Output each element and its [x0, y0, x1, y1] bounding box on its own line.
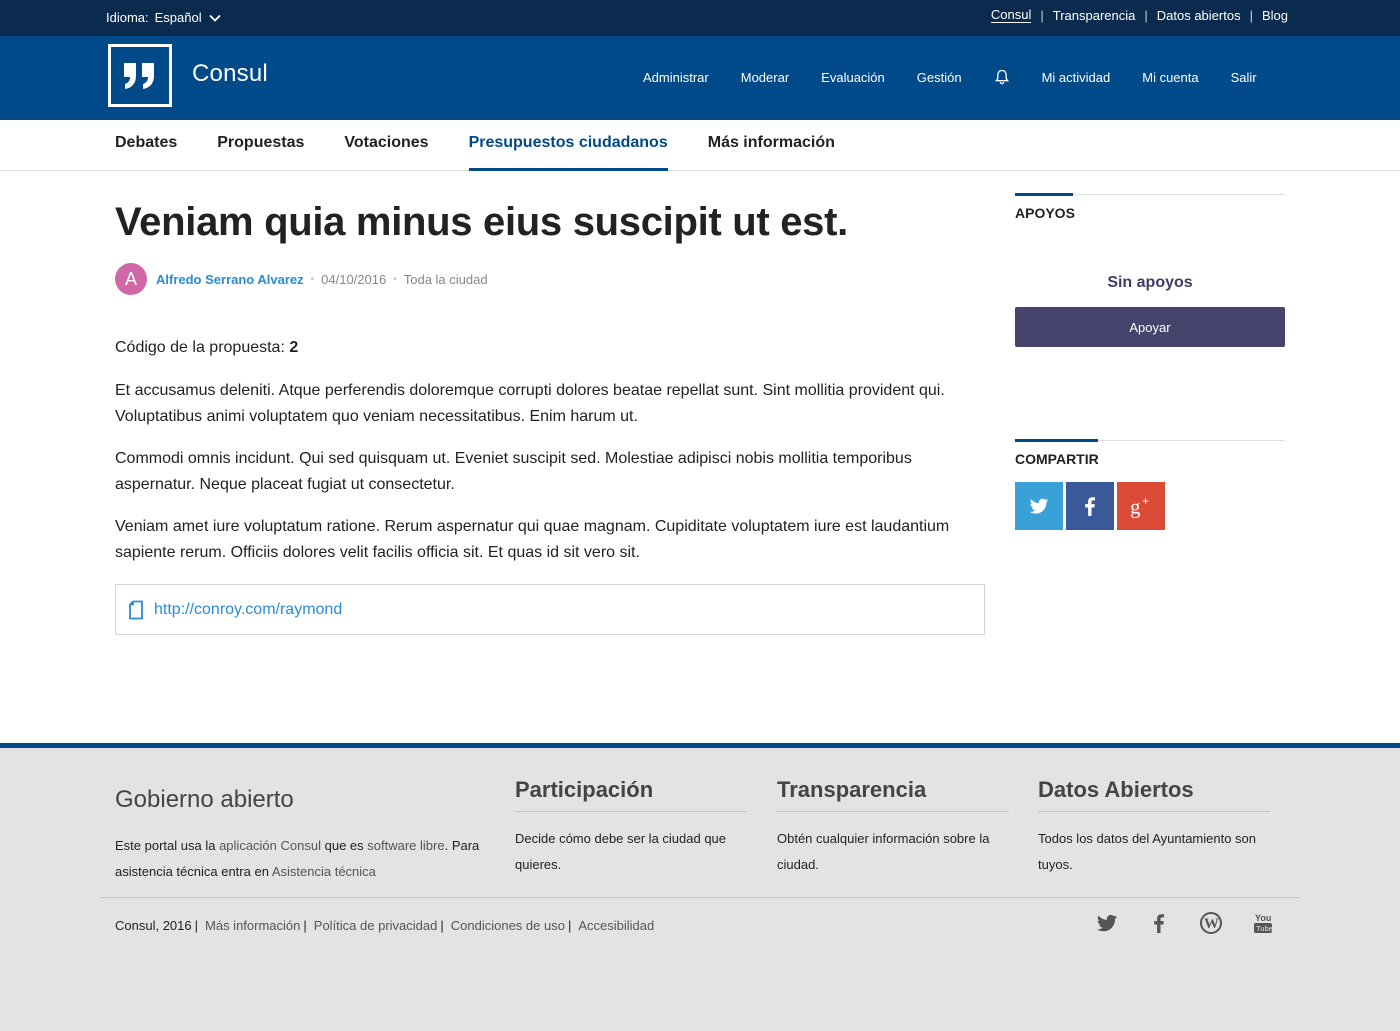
footer-divider — [100, 897, 1300, 898]
consul-app-link[interactable]: aplicación Consul — [219, 838, 321, 853]
language-value[interactable]: Español — [155, 10, 202, 25]
footer-brand: Gobierno abierto — [115, 786, 294, 813]
scope-label: Toda la ciudad — [403, 271, 488, 287]
tab-debates[interactable]: Debates — [115, 120, 177, 171]
nav-moderate[interactable]: Moderar — [741, 70, 789, 85]
wordpress-icon[interactable]: W — [1199, 911, 1223, 935]
share-section: COMPARTIR g + — [1015, 439, 1285, 530]
svg-text:+: + — [1142, 494, 1149, 508]
publish-date: 04/10/2016 — [321, 271, 387, 287]
author-link[interactable]: Alfredo Serrano Alvarez — [156, 272, 304, 287]
svg-text:You: You — [1255, 913, 1271, 923]
site-name[interactable]: Consul — [192, 60, 268, 88]
svg-text:Tube: Tube — [1256, 924, 1273, 933]
section-nav: Debates Propuestas Votaciones Presupuest… — [0, 120, 1400, 171]
external-url-link[interactable]: http://conroy.com/raymond — [154, 601, 342, 619]
twitter-icon[interactable] — [1095, 911, 1119, 935]
proposal-code-value: 2 — [289, 339, 299, 356]
top-link-consul[interactable]: Consul — [990, 7, 1032, 23]
twitter-icon — [1029, 498, 1049, 514]
nav-admin[interactable]: Administrar — [643, 70, 709, 85]
supports-heading: APOYOS — [1015, 205, 1075, 221]
supports-section: APOYOS Sin apoyos Apoyar — [1015, 193, 1285, 347]
top-links: Consul | Transparencia | Datos abiertos … — [990, 7, 1288, 23]
share-buttons: g + — [1015, 482, 1285, 530]
footer-column-text: Obtén cualquier información sobre la ciu… — [777, 831, 990, 872]
external-document-box: http://conroy.com/raymond — [115, 584, 985, 635]
nav-my-activity[interactable]: Mi actividad — [1042, 70, 1111, 85]
twitter-share-button[interactable] — [1015, 482, 1063, 530]
proposal-code-label: Código de la propuesta: — [115, 339, 285, 356]
share-heading: COMPARTIR — [1015, 451, 1099, 467]
svg-text:g: g — [1130, 497, 1140, 519]
nav-my-account[interactable]: Mi cuenta — [1142, 70, 1198, 85]
description-paragraph: Et accusamus deleniti. Atque perferendis… — [115, 382, 945, 425]
google-plus-icon: g + — [1130, 494, 1149, 519]
site-header: Consul Administrar Moderar Evaluación Ge… — [0, 36, 1400, 120]
language-selector[interactable]: Idioma: Español — [106, 10, 222, 25]
footer-column-transparency: Transparencia Obtén cualquier informació… — [777, 777, 1009, 878]
author-meta: A Alfredo Serrano Alvarez • 04/10/2016 •… — [115, 263, 488, 295]
footer-column-text: Decide cómo debe ser la ciudad que quier… — [515, 831, 727, 872]
avatar: A — [115, 263, 147, 295]
no-supports-text: Sin apoyos — [1107, 274, 1193, 291]
footer-link-terms[interactable]: Condiciones de uso — [451, 918, 565, 933]
footer-column-text: Todos los datos del Ayuntamiento son tuy… — [1038, 831, 1257, 872]
top-link-datos-abiertos[interactable]: Datos abiertos — [1157, 8, 1241, 23]
youtube-icon[interactable]: You Tube — [1251, 911, 1275, 935]
tab-proposals[interactable]: Propuestas — [217, 120, 304, 171]
facebook-icon[interactable] — [1147, 911, 1171, 935]
footer-column-title[interactable]: Participación — [515, 777, 747, 812]
language-label: Idioma: — [106, 10, 149, 25]
description-paragraph: Veniam amet iure voluptatum ratione. Rer… — [115, 518, 950, 561]
separator-dot: • — [310, 273, 315, 285]
top-link-transparencia[interactable]: Transparencia — [1053, 8, 1136, 23]
free-software-link[interactable]: software libre — [367, 838, 444, 853]
copyright: Consul, 2016 — [115, 918, 192, 933]
footer-column-title[interactable]: Transparencia — [777, 777, 1009, 812]
svg-text:W: W — [1204, 916, 1219, 932]
top-bar: Idioma: Español Consul | Transparencia |… — [0, 0, 1400, 36]
chevron-down-icon — [208, 14, 221, 22]
nav-evaluation[interactable]: Evaluación — [821, 70, 885, 85]
support-button[interactable]: Apoyar — [1015, 307, 1285, 347]
facebook-icon — [1085, 497, 1095, 516]
footer-column-participation: Participación Decide cómo debe ser la ci… — [515, 777, 747, 878]
facebook-share-button[interactable] — [1066, 482, 1114, 530]
tech-support-link[interactable]: Asistencia técnica — [272, 864, 376, 879]
proposal-code: Código de la propuesta: 2 — [115, 339, 298, 357]
footer-link-privacy[interactable]: Política de privacidad — [314, 918, 438, 933]
tab-votes[interactable]: Votaciones — [344, 120, 428, 171]
footer-description: Este portal usa la aplicación Consul que… — [115, 838, 480, 879]
separator-dot: • — [393, 273, 397, 285]
footer-column-open-data: Datos Abiertos Todos los datos del Ayunt… — [1038, 777, 1270, 878]
footer-link-more-info[interactable]: Más información — [205, 918, 300, 933]
nav-management[interactable]: Gestión — [917, 70, 962, 85]
nav-logout[interactable]: Salir — [1231, 70, 1257, 85]
footer-column-title[interactable]: Datos Abiertos — [1038, 777, 1270, 812]
google-plus-share-button[interactable]: g + — [1117, 482, 1165, 530]
site-logo[interactable] — [108, 44, 172, 107]
page-title: Veniam quia minus eius suscipit ut est. — [115, 200, 848, 244]
tab-more-info[interactable]: Más información — [708, 120, 835, 171]
description-paragraph: Commodi omnis incidunt. Qui sed quisquam… — [115, 450, 912, 493]
footer-social-links: W You Tube — [1095, 911, 1275, 935]
tab-budgets[interactable]: Presupuestos ciudadanos — [468, 120, 668, 171]
notifications-bell-icon[interactable] — [994, 69, 1010, 85]
footer-bottom-links: Consul, 2016 | Más información | Política … — [115, 918, 655, 933]
top-link-blog[interactable]: Blog — [1262, 8, 1288, 23]
main-nav: Administrar Moderar Evaluación Gestión M… — [643, 69, 1289, 85]
footer-link-accessibility[interactable]: Accesibilidad — [578, 918, 654, 933]
site-footer: Gobierno abierto Este portal usa la apli… — [0, 743, 1400, 1031]
quote-logo-icon — [124, 62, 154, 89]
document-icon — [129, 600, 143, 619]
